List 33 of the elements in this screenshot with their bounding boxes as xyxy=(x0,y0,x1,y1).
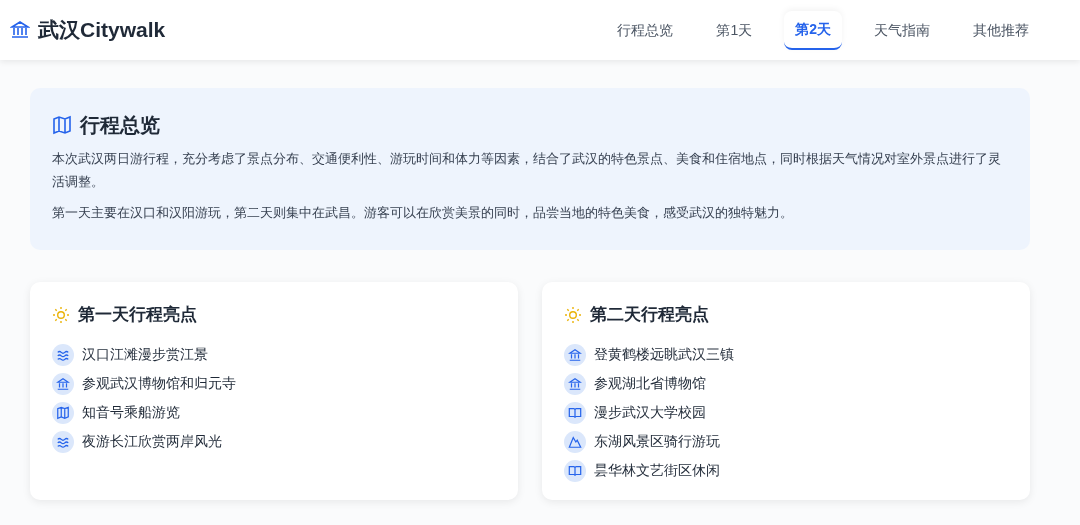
highlight-item: 东湖风景区骑行游玩 xyxy=(594,432,720,451)
museum-icon xyxy=(10,20,30,40)
site-title: 武汉Citywalk xyxy=(38,17,166,44)
sun-icon xyxy=(52,306,70,324)
paragraph: 本次武汉两日游行程，充分考虑了景点分布、交通便利性、游玩时间和体力等因素，结合了武汉的特色景点、美食和住宿地点，同时根据天气情况对室外景点进行了灵活调整。 xyxy=(52,150,1002,191)
nav-tab[interactable]: 天气指南 xyxy=(863,11,941,49)
museum-icon xyxy=(564,372,586,395)
waves-icon xyxy=(52,343,74,366)
map-icon xyxy=(52,115,72,135)
museum-icon xyxy=(52,372,74,395)
highlight-item: 夜游长江欣赏两岸风光 xyxy=(82,432,222,451)
museum-icon xyxy=(564,343,586,366)
section-title: 行程总览 xyxy=(80,113,160,138)
waves-icon xyxy=(52,430,74,453)
nav-tab[interactable]: 第1天 xyxy=(705,11,764,49)
nav-tab[interactable]: 第2天 xyxy=(784,10,842,50)
highlight-item: 昙华林文艺街区休闲 xyxy=(594,461,720,480)
card-title: 第一天行程亮点 xyxy=(78,304,197,327)
sun-icon xyxy=(564,306,582,324)
map-icon xyxy=(52,401,74,424)
highlight-item: 参观湖北省博物馆 xyxy=(594,374,706,393)
book-icon xyxy=(564,459,586,482)
highlight-item: 知音号乘船游览 xyxy=(82,403,180,422)
mountain-icon xyxy=(564,430,586,453)
highlight-item: 参观武汉博物馆和归元寺 xyxy=(82,374,236,393)
paragraph: 第一天主要在汉口和汉阳游玩，第二天则集中在武昌。游客可以在欣赏美景的同时，品尝当地的特色美食，感受武汉的独特魅力。 xyxy=(52,203,794,222)
nav-tab[interactable]: 行程总览 xyxy=(606,11,685,49)
highlight-item: 登黄鹤楼远眺武汉三镇 xyxy=(594,345,734,364)
card-title: 第二天行程亮点 xyxy=(590,304,709,327)
nav-tab[interactable]: 其他推荐 xyxy=(962,11,1040,49)
book-icon xyxy=(564,401,586,424)
highlight-item: 汉口江滩漫步赏江景 xyxy=(82,345,208,364)
highlight-item: 漫步武汉大学校园 xyxy=(594,403,706,422)
